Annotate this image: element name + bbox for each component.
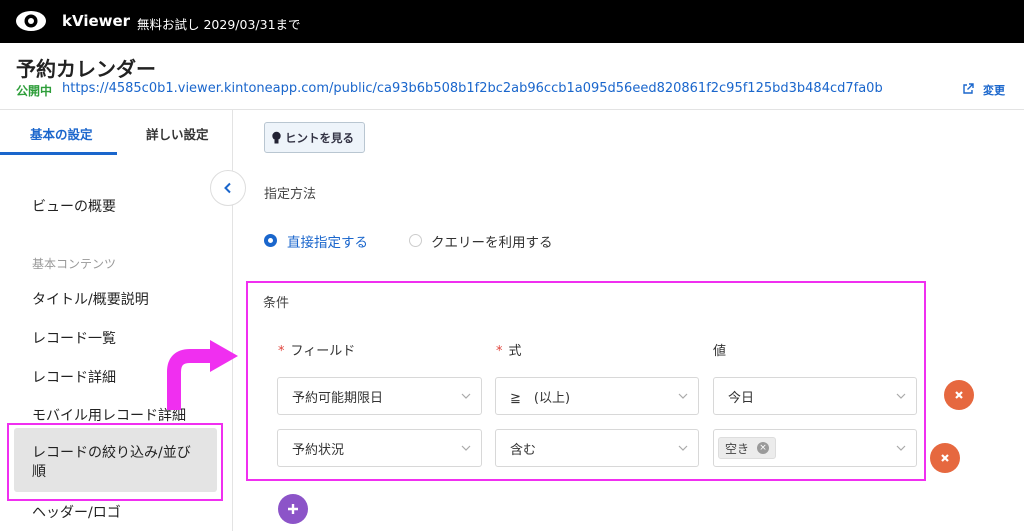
field-select[interactable]: 予約可能期限日 xyxy=(277,377,482,415)
lightbulb-icon xyxy=(272,131,281,143)
column-header-operator: * 式 xyxy=(496,344,522,359)
value-multiselect[interactable]: 空き × xyxy=(713,429,917,467)
annotation-arrow xyxy=(167,340,238,410)
operator-select[interactable]: 含む xyxy=(495,429,699,467)
delete-condition-button[interactable] xyxy=(930,443,960,473)
field-select[interactable]: 予約状況 xyxy=(277,429,482,467)
sidebar-item-overview[interactable]: ビューの概要 xyxy=(32,196,116,216)
sidebar-group-label: 基本コンテンツ xyxy=(32,257,117,271)
plus-icon xyxy=(288,504,298,514)
sidebar-item-record-detail[interactable]: レコード詳細 xyxy=(32,367,116,387)
method-label: 指定方法 xyxy=(264,187,317,202)
chevron-down-icon xyxy=(896,393,906,399)
show-hint-label: ヒントを見る xyxy=(285,130,354,145)
show-hint-button[interactable]: ヒントを見る xyxy=(264,122,365,153)
add-condition-button[interactable] xyxy=(278,494,308,524)
close-icon xyxy=(941,454,949,462)
column-header-value: 値 xyxy=(713,344,727,359)
sidebar-highlight-box xyxy=(7,423,223,501)
radio-direct[interactable] xyxy=(264,234,277,247)
required-mark: * xyxy=(496,344,503,359)
chevron-down-icon xyxy=(461,445,471,451)
sidebar-item-record-list[interactable]: レコード一覧 xyxy=(32,328,116,348)
value-tag: 空き × xyxy=(718,437,777,459)
tab-basic-settings[interactable]: 基本の設定 xyxy=(30,124,93,143)
chevron-down-icon xyxy=(461,393,471,399)
public-url-link[interactable]: https://4585c0b1.viewer.kintoneapp.com/p… xyxy=(62,81,883,96)
close-icon xyxy=(955,391,963,399)
top-bar: kViewer 無料お試し 2029/03/31まで xyxy=(0,0,1024,43)
external-link-icon[interactable] xyxy=(962,83,974,95)
change-url-link[interactable]: 変更 xyxy=(983,82,1005,98)
eye-icon xyxy=(16,11,46,31)
chevron-down-icon xyxy=(896,445,906,451)
required-mark: * xyxy=(278,344,285,359)
page-title: 予約カレンダー xyxy=(16,57,156,81)
radio-direct-label[interactable]: 直接指定する xyxy=(287,231,368,251)
sidebar-item-title[interactable]: タイトル/概要説明 xyxy=(32,289,149,309)
operator-select[interactable]: ≧ (以上) xyxy=(495,377,699,415)
column-header-field: * フィールド xyxy=(278,344,356,359)
radio-query-label[interactable]: クエリーを利用する xyxy=(431,231,553,251)
radio-query[interactable] xyxy=(409,234,422,247)
status-badge: 公開中 xyxy=(16,84,53,98)
chevron-down-icon xyxy=(678,393,688,399)
trial-notice: 無料お試し 2029/03/31まで xyxy=(137,17,301,32)
conditions-title: 条件 xyxy=(263,296,290,311)
sidebar-item-header-logo[interactable]: ヘッダー/ロゴ xyxy=(32,502,121,522)
value-select[interactable]: 今日 xyxy=(713,377,917,415)
tab-advanced-settings[interactable]: 詳しい設定 xyxy=(146,124,209,143)
brand-name: kViewer xyxy=(62,12,131,30)
remove-tag-icon[interactable]: × xyxy=(757,442,770,454)
active-tab-indicator xyxy=(0,152,117,155)
chevron-left-icon xyxy=(224,182,231,194)
collapse-sidebar-button[interactable] xyxy=(210,170,246,206)
chevron-down-icon xyxy=(678,445,688,451)
delete-condition-button[interactable] xyxy=(944,380,974,410)
